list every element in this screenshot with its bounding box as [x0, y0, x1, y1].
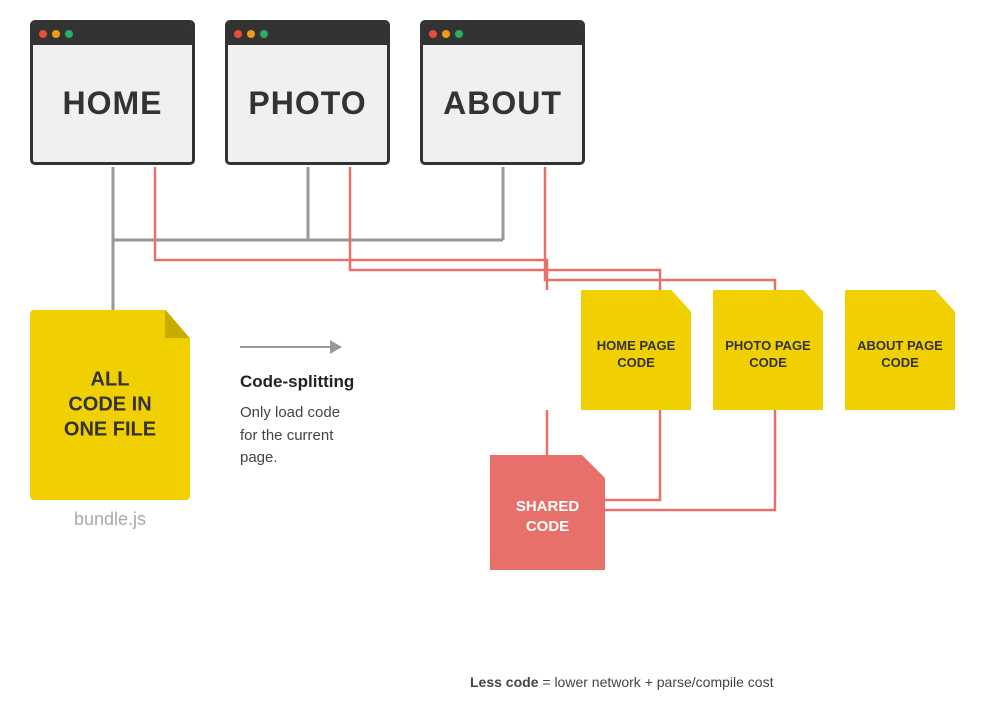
shared-code-file: SHAREDCODE	[490, 455, 605, 570]
bottom-note: Less code = lower network + parse/compil…	[470, 674, 773, 690]
bottom-note-bold: Less code	[470, 674, 538, 690]
shared-code-shape: SHAREDCODE	[490, 455, 605, 570]
photo-browser-label: PHOTO	[248, 85, 366, 122]
home-page-code-file: HOME PAGE CODE	[581, 290, 691, 410]
about-page-code-text: ABOUT PAGE CODE	[845, 328, 955, 372]
photo-page-code-shape: PHOTO PAGE CODE	[713, 290, 823, 410]
browser-windows: HOME PHOTO ABOUT	[30, 20, 585, 165]
arrow-head	[330, 340, 342, 354]
home-page-code-text: HOME PAGE CODE	[581, 328, 691, 372]
dot-yellow	[52, 30, 60, 38]
code-splitting-desc: Only load codefor the currentpage.	[240, 402, 440, 470]
diagram-container: HOME PHOTO ABOUT	[0, 0, 995, 715]
code-splitting-title: Code-splitting	[240, 372, 440, 392]
about-page-code-shape: ABOUT PAGE CODE	[845, 290, 955, 410]
photo-page-code-text: PHOTO PAGE CODE	[713, 328, 823, 372]
home-browser-toolbar	[33, 23, 192, 45]
dot-yellow-3	[442, 30, 450, 38]
right-files: HOME PAGE CODE PHOTO PAGE CODE ABOUT PAG…	[581, 290, 955, 410]
home-browser: HOME	[30, 20, 195, 165]
home-browser-label: HOME	[63, 85, 163, 122]
photo-browser: PHOTO	[225, 20, 390, 165]
big-file-text: ALLCODE INONE FILE	[64, 368, 156, 443]
dot-yellow-2	[247, 30, 255, 38]
about-browser-content: ABOUT	[423, 45, 582, 162]
home-browser-content: HOME	[33, 45, 192, 162]
dot-green-3	[455, 30, 463, 38]
dot-red	[39, 30, 47, 38]
bundle-label: bundle.js	[74, 509, 146, 530]
shared-code-text: SHAREDCODE	[516, 489, 579, 536]
dot-red-2	[234, 30, 242, 38]
photo-browser-toolbar	[228, 23, 387, 45]
big-file-fold	[165, 310, 190, 338]
arrow-right	[240, 340, 440, 354]
arrow-line	[240, 346, 330, 348]
photo-page-code-file: PHOTO PAGE CODE	[713, 290, 823, 410]
about-browser-label: ABOUT	[443, 85, 562, 122]
home-page-code-shape: HOME PAGE CODE	[581, 290, 691, 410]
middle-section: Code-splitting Only load codefor the cur…	[240, 340, 440, 470]
about-page-code-file: ABOUT PAGE CODE	[845, 290, 955, 410]
big-file-shape: ALLCODE INONE FILE	[30, 310, 190, 500]
about-browser: ABOUT	[420, 20, 585, 165]
dot-green-2	[260, 30, 268, 38]
dot-red-3	[429, 30, 437, 38]
dot-green	[65, 30, 73, 38]
about-browser-toolbar	[423, 23, 582, 45]
photo-browser-content: PHOTO	[228, 45, 387, 162]
bottom-note-rest: = lower network + parse/compile cost	[538, 674, 773, 690]
big-file: ALLCODE INONE FILE bundle.js	[30, 310, 190, 500]
